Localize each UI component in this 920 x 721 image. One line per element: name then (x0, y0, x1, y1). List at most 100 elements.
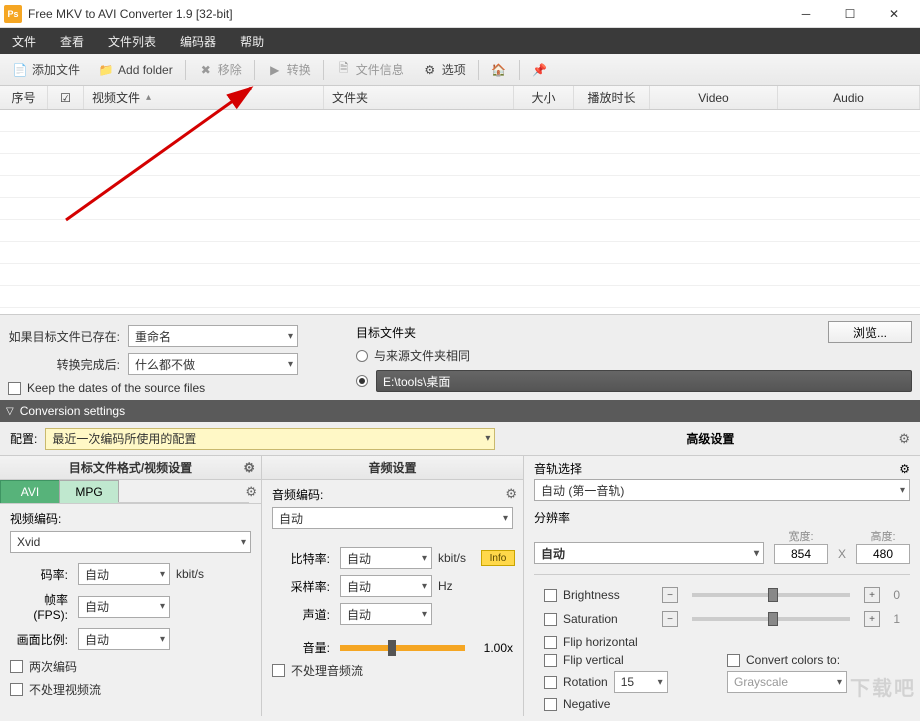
browse-button[interactable]: 浏览... (828, 321, 912, 343)
audio-track-label: 音轨选择 (534, 460, 582, 477)
fps-select[interactable]: 自动 (78, 596, 170, 618)
audio-bitrate-select[interactable]: 自动 (340, 547, 432, 569)
add-file-button[interactable]: 📄 添加文件 (4, 57, 88, 82)
sort-icon: ▴ (146, 92, 151, 103)
resolution-select[interactable]: 自动 (534, 542, 764, 564)
keep-dates-checkbox[interactable]: Keep the dates of the source files (8, 381, 340, 395)
remove-label: 移除 (218, 61, 242, 78)
col-video[interactable]: Video (650, 86, 778, 109)
sample-rate-select[interactable]: 自动 (340, 575, 432, 597)
col-audio[interactable]: Audio (778, 86, 920, 109)
gear-icon[interactable]: ⚙ (243, 460, 255, 476)
same-as-source-radio[interactable]: 与来源文件夹相同 (356, 347, 912, 364)
col-duration[interactable]: 播放时长 (574, 86, 650, 109)
volume-value: 1.00x (469, 641, 513, 655)
volume-slider[interactable] (340, 645, 465, 651)
two-pass-checkbox[interactable]: 两次编码 (10, 658, 251, 675)
audio-track-select[interactable]: 自动 (第一音轨) (534, 479, 910, 501)
convert-button[interactable]: ▶ 转换 (259, 57, 319, 82)
remove-button[interactable]: ✖ 移除 (190, 57, 250, 82)
menu-encoder[interactable]: 编码器 (168, 28, 228, 54)
col-check[interactable]: ☑ (48, 86, 84, 109)
if-exists-select[interactable]: 重命名 (128, 325, 298, 347)
gear-icon[interactable]: ⚙ (899, 462, 910, 476)
decrease-button[interactable]: − (662, 587, 678, 603)
aspect-select[interactable]: 自动 (78, 628, 170, 650)
audio-section-title: 音频设置 (262, 456, 523, 480)
audio-encoder-select[interactable]: 自动 (272, 507, 513, 529)
radio-icon (356, 350, 368, 362)
options-button[interactable]: ⚙ 选项 (414, 57, 474, 82)
table-header: 序号 ☑ 视频文件▴ 文件夹 大小 播放时长 Video Audio (0, 86, 920, 110)
conversion-settings-header[interactable]: ▽ Conversion settings (0, 400, 920, 422)
flip-v-checkbox[interactable]: Flip vertical (544, 653, 717, 667)
increase-button[interactable]: + (864, 587, 880, 603)
col-seq[interactable]: 序号 (0, 86, 48, 109)
increase-button[interactable]: + (864, 611, 880, 627)
pin-button[interactable]: 📌 (524, 58, 556, 82)
bitrate-select[interactable]: 自动 (78, 563, 170, 585)
gear-icon[interactable]: ⚙ (898, 431, 910, 447)
home-icon: 🏠 (491, 62, 507, 78)
saturation-slider[interactable] (692, 617, 850, 621)
srate-label: 采样率: (272, 578, 336, 595)
flip-h-checkbox[interactable]: Flip horizontal (544, 635, 717, 649)
maximize-button[interactable]: ☐ (828, 1, 872, 27)
brightness-slider[interactable] (692, 593, 850, 597)
dest-path-radio[interactable] (356, 375, 368, 387)
add-file-icon: 📄 (12, 62, 28, 78)
play-icon: ▶ (267, 62, 283, 78)
width-input[interactable]: 854 (774, 544, 828, 564)
height-input[interactable]: 480 (856, 544, 910, 564)
convert-colors-checkbox[interactable]: Convert colors to: (727, 653, 900, 667)
menu-view[interactable]: 查看 (48, 28, 96, 54)
add-folder-button[interactable]: 📁 Add folder (90, 58, 181, 82)
minimize-button[interactable]: ─ (784, 1, 828, 27)
file-table-body[interactable] (0, 110, 920, 314)
config-select[interactable]: 最近一次编码所使用的配置 (45, 428, 495, 450)
channels-select[interactable]: 自动 (340, 603, 432, 625)
menu-help[interactable]: 帮助 (228, 28, 276, 54)
bitrate-label: 码率: (10, 566, 74, 583)
dest-path-field[interactable]: E:\tools\桌面 (376, 370, 912, 392)
file-info-button[interactable]: 🗎 文件信息 (328, 57, 412, 82)
separator (519, 60, 520, 80)
advanced-title: 高级设置 (530, 430, 890, 447)
mid-panel: 如果目标文件已存在: 重命名 转换完成后: 什么都不做 Keep the dat… (0, 314, 920, 400)
abitrate-label: 比特率: (272, 550, 336, 567)
negative-checkbox[interactable]: Negative (544, 697, 717, 711)
col-size[interactable]: 大小 (514, 86, 574, 109)
saturation-checkbox[interactable]: Saturation (544, 612, 654, 626)
rotation-select[interactable]: 15 (614, 671, 668, 693)
col-videofile[interactable]: 视频文件▴ (84, 86, 324, 109)
col-folder[interactable]: 文件夹 (324, 86, 514, 109)
add-folder-label: Add folder (118, 63, 173, 77)
color-mode-select[interactable]: Grayscale (727, 671, 847, 693)
gear-icon[interactable]: ⚙ (505, 486, 517, 502)
separator (478, 60, 479, 80)
info-badge[interactable]: Info (481, 550, 515, 566)
gear-icon[interactable]: ⚙ (245, 484, 257, 507)
gear-icon: ⚙ (422, 62, 438, 78)
after-conv-select[interactable]: 什么都不做 (128, 353, 298, 375)
convert-label: 转换 (287, 61, 311, 78)
home-button[interactable]: 🏠 (483, 58, 515, 82)
no-video-checkbox[interactable]: 不处理视频流 (10, 681, 251, 698)
menu-filelist[interactable]: 文件列表 (96, 28, 168, 54)
brightness-checkbox[interactable]: Brightness (544, 588, 654, 602)
tab-avi[interactable]: AVI (0, 480, 60, 503)
toolbar: 📄 添加文件 📁 Add folder ✖ 移除 ▶ 转换 🗎 文件信息 ⚙ 选… (0, 54, 920, 86)
close-button[interactable]: ✕ (872, 1, 916, 27)
no-audio-checkbox[interactable]: 不处理音频流 (272, 662, 513, 679)
aenc-label: 音频编码: (272, 486, 513, 503)
rotation-checkbox[interactable]: Rotation (544, 675, 608, 689)
add-folder-icon: 📁 (98, 62, 114, 78)
tab-mpg[interactable]: MPG (59, 480, 119, 503)
menu-file[interactable]: 文件 (0, 28, 48, 54)
decrease-button[interactable]: − (662, 611, 678, 627)
config-label: 配置: (10, 430, 37, 447)
venc-label: 视频编码: (10, 510, 251, 527)
bitrate-unit: kbit/s (174, 567, 210, 581)
video-encoder-select[interactable]: Xvid (10, 531, 251, 553)
checkbox-icon (8, 382, 21, 395)
